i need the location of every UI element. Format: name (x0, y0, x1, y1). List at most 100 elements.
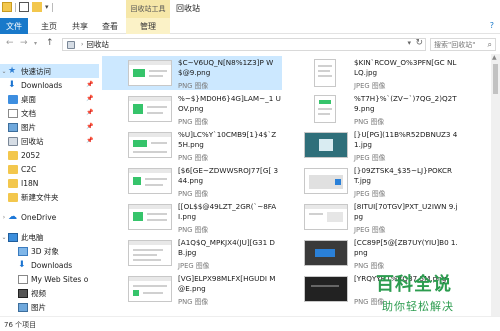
cloud-icon: ☁ (8, 211, 17, 222)
video-folder-icon (18, 288, 28, 298)
back-arrow-icon[interactable]: ← (6, 38, 14, 48)
sidebar-item-c2c[interactable]: C2C (0, 162, 36, 176)
file-item[interactable]: [}U[PG](11B%R52DBNUZ3 41.jpg JPEG 图像 (278, 128, 458, 162)
sidebar-item-label: 新建文件夹 (21, 192, 59, 202)
tab-manage[interactable]: 管理 (126, 18, 170, 34)
ribbon-tabs: 文件 主页 共享 查看 管理 ? (0, 18, 500, 34)
sidebar-item-my-web-sites[interactable]: My Web Sites o (0, 272, 88, 286)
image-thumbnail (304, 168, 348, 194)
folder-icon (8, 164, 18, 174)
file-item[interactable]: %U]LC%Y`10CMB9[1}4$`Z 5H.png PNG 图像 (102, 128, 282, 162)
address-bar[interactable]: › 回收站 ▾ ↻ (62, 38, 426, 51)
file-type: PNG 图像 (178, 118, 209, 126)
expand-chevron-icon[interactable]: ⌄ (0, 234, 8, 241)
tab-share[interactable]: 共享 (72, 21, 88, 32)
pin-icon: 📌 (86, 95, 94, 102)
image-thumbnail (128, 240, 172, 266)
pin-icon: 📌 (86, 137, 94, 144)
tab-home[interactable]: 主页 (41, 21, 57, 32)
window-title: 回收站 (176, 4, 200, 13)
desktop-folder-icon (8, 94, 18, 104)
file-item[interactable]: [}09ZTSK4_$35~LJ}POKCR T.jpg JPEG 图像 (278, 164, 458, 198)
recycle-bin-tools-context-tab: 回收站工具 (126, 0, 170, 18)
sidebar-item-label: 2052 (21, 150, 41, 160)
sidebar-item-i18n[interactable]: I18N (0, 176, 38, 190)
file-name: [$6[GE~ZDWWSROJ77[G[ 344.png (178, 166, 279, 185)
image-thumbnail (304, 240, 348, 266)
sidebar-item-label: 此电脑 (21, 232, 44, 242)
sidebar-item-label: 视频 (31, 288, 46, 298)
file-item[interactable]: $C~V6UQ_N[N8%1Z3]P W$@9.png PNG 图像 (102, 56, 282, 90)
file-type: PNG 图像 (178, 190, 209, 198)
recent-locations-chevron-icon[interactable]: ▾ (34, 40, 37, 47)
file-name: %~$}MD0H6}4G]LAM~_1 UOV.png (178, 94, 281, 113)
tab-file[interactable]: 文件 (0, 18, 28, 34)
address-dropdown-icon[interactable]: ▾ (407, 39, 411, 47)
documents-folder-icon (8, 108, 18, 118)
explorer-folder-icon[interactable] (2, 2, 12, 12)
image-thumbnail (128, 276, 172, 302)
search-input[interactable] (434, 40, 486, 49)
forward-arrow-icon[interactable]: → (20, 38, 28, 48)
file-item[interactable]: [VG]ELPX98MLFX[HGUDI M@E.png PNG 图像 (102, 272, 282, 306)
scroll-up-icon[interactable]: ▲ (492, 54, 497, 61)
file-item[interactable]: $KIN`RCOW_O%3PFN[GC NLLQ.jpg JPEG 图像 (278, 56, 458, 90)
file-item[interactable]: %T7H}%`(ZV~`)7QG_2)Q2T 9.png PNG 图像 (278, 92, 458, 126)
file-name: [VG]ELPX98MLFX[HGUDI M@E.png (178, 274, 276, 293)
up-arrow-icon[interactable]: ↑ (46, 38, 54, 48)
sidebar-item-2052[interactable]: 2052 (0, 148, 40, 162)
image-thumbnail (314, 59, 336, 87)
search-box[interactable]: ⌕ (430, 38, 496, 51)
expand-chevron-icon[interactable]: › (0, 214, 8, 221)
image-thumbnail (128, 168, 172, 194)
sidebar-item-quick-access[interactable]: ⌄ ★ 快速访问 (0, 64, 99, 78)
pin-icon: 📌 (86, 123, 94, 130)
sidebar-item-label: 回收站 (21, 136, 44, 146)
sidebar-item-documents[interactable]: 文档 📌 (0, 106, 93, 120)
properties-icon[interactable] (19, 2, 29, 12)
item-count: 76 个项目 (4, 321, 37, 329)
watermark-title: 百科全说 (376, 274, 452, 295)
tab-view[interactable]: 查看 (102, 21, 118, 32)
sidebar-item-pictures-pc[interactable]: 图片 (0, 300, 46, 314)
file-type: JPEG 图像 (178, 262, 210, 270)
customize-dropdown-icon[interactable]: ▾ (45, 3, 49, 11)
sidebar-item-downloads-pc[interactable]: ⬇ Downloads (0, 258, 72, 272)
scrollbar-thumb[interactable] (493, 64, 498, 94)
sidebar-item-desktop[interactable]: 桌面 📌 (0, 92, 93, 106)
sidebar-item-recycle-bin[interactable]: 回收站 📌 (0, 134, 93, 148)
3d-objects-icon (18, 246, 28, 256)
new-folder-icon[interactable] (32, 2, 42, 12)
sidebar-item-3d-objects[interactable]: 3D 对象 (0, 244, 59, 258)
file-item[interactable]: [$6[GE~ZDWWSROJ77[G[ 344.png PNG 图像 (102, 164, 282, 198)
file-item[interactable]: [CC89P[5@[ZB7UY(YIU]B0 1.png PNG 图像 (278, 236, 458, 270)
image-thumbnail (304, 276, 348, 302)
refresh-icon[interactable]: ↻ (415, 38, 423, 48)
breadcrumb[interactable]: 回收站 (86, 39, 109, 50)
image-thumbnail (304, 204, 348, 230)
watermark-subtitle: 助你轻松解决 (382, 300, 454, 313)
sidebar-item-label: 图片 (21, 122, 36, 132)
folder-icon (8, 178, 18, 188)
file-item[interactable]: [A1Q$Q_MPKJX4(JU][G31 DB.jpg JPEG 图像 (102, 236, 282, 270)
help-icon[interactable]: ? (490, 21, 494, 30)
sidebar-item-this-pc[interactable]: ⌄ 此电脑 (0, 230, 44, 244)
file-type: PNG 图像 (354, 262, 385, 270)
sidebar-item-new-folder[interactable]: 新建文件夹 (0, 190, 59, 204)
title-bar: ▾ 回收站工具 回收站 (0, 0, 500, 18)
sidebar-item-onedrive[interactable]: › ☁ OneDrive (0, 210, 56, 224)
sidebar-item-videos[interactable]: 视频 (0, 286, 46, 300)
file-name: [}09ZTSK4_$35~LJ}POKCR T.jpg (354, 166, 453, 185)
sidebar-item-downloads[interactable]: ⬇ Downloads 📌 (0, 78, 93, 92)
sidebar-item-label: 文档 (21, 108, 36, 118)
sidebar-item-pictures[interactable]: 图片 📌 (0, 120, 93, 134)
sidebar-item-label: Downloads (21, 80, 63, 90)
file-item[interactable]: [8ITUI[70TGV]PXT_U2IWN 9.jpg JPEG 图像 (278, 200, 458, 234)
file-item[interactable]: [[OL$$@49LZT_2GR(`~8FA I.png PNG 图像 (102, 200, 282, 234)
expand-chevron-icon[interactable]: ⌄ (0, 68, 8, 75)
search-icon[interactable]: ⌕ (488, 40, 492, 50)
download-icon: ⬇ (18, 259, 26, 270)
quick-access-toolbar: ▾ (2, 2, 53, 12)
file-item[interactable]: %~$}MD0H6}4G]LAM~_1 UOV.png PNG 图像 (102, 92, 282, 126)
breadcrumb-chevron-icon[interactable]: › (81, 41, 83, 48)
